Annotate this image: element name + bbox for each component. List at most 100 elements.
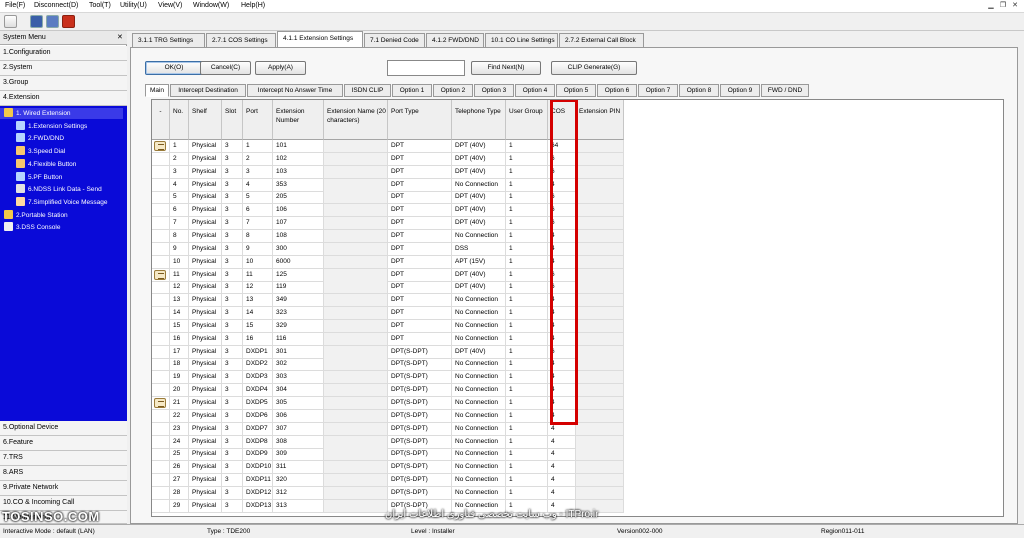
cell-name[interactable] xyxy=(324,371,388,385)
cell-name[interactable] xyxy=(324,165,388,179)
cell-ug[interactable]: 1 xyxy=(506,165,548,179)
cell-ptype[interactable]: DPT(S-DPT) xyxy=(388,384,452,398)
cell-shelf[interactable]: Physical xyxy=(189,255,222,269)
cell-name[interactable] xyxy=(324,178,388,192)
cell-port[interactable]: DXDP12 xyxy=(243,486,273,500)
cell-port[interactable]: DXDP13 xyxy=(243,499,273,513)
cell-ptype[interactable]: DPT(S-DPT) xyxy=(388,474,452,488)
cell-ug[interactable]: 1 xyxy=(506,422,548,436)
cell-slot[interactable]: 3 xyxy=(222,371,243,385)
cell-slot[interactable]: 3 xyxy=(222,358,243,372)
settings-tab[interactable]: Option 9 xyxy=(720,84,760,97)
section-system[interactable]: 2.System xyxy=(0,61,127,76)
cell-name[interactable] xyxy=(324,307,388,321)
row-marker[interactable] xyxy=(152,307,170,321)
cell-name[interactable] xyxy=(324,152,388,166)
save-icon[interactable] xyxy=(30,15,43,28)
cell-ttype[interactable]: No Connection xyxy=(452,486,506,500)
table-row[interactable]: 28 Physical 3 DXDP12 312 DPT(S-DPT) No Connect… xyxy=(152,486,624,500)
cell-ptype[interactable]: DPT xyxy=(388,307,452,321)
tree-item[interactable]: 7.Simplified Voice Message xyxy=(16,196,108,208)
cell-name[interactable] xyxy=(324,397,388,410)
cell-ttype[interactable]: No Connection xyxy=(452,358,506,372)
cell-pin[interactable] xyxy=(576,204,624,218)
cell-ttype[interactable]: No Connection xyxy=(452,332,506,346)
cell-name[interactable] xyxy=(324,474,388,488)
column-header[interactable]: No. xyxy=(170,100,189,140)
cell-shelf[interactable]: Physical xyxy=(189,486,222,500)
cell-ptype[interactable]: DPT xyxy=(388,332,452,346)
cell-ptype[interactable]: DPT(S-DPT) xyxy=(388,422,452,436)
section-configuration[interactable]: 1.Configuration xyxy=(0,46,127,61)
cell-slot[interactable]: 3 xyxy=(222,268,243,282)
cell-pin[interactable] xyxy=(576,319,624,333)
cell-ug[interactable]: 1 xyxy=(506,461,548,475)
cell-slot[interactable]: 3 xyxy=(222,242,243,256)
cell-ttype[interactable]: No Connection xyxy=(452,448,506,462)
cell-ttype[interactable]: No Connection xyxy=(452,435,506,449)
cell-no[interactable]: 24 xyxy=(170,435,189,449)
cell-ptype[interactable]: DPT xyxy=(388,140,452,153)
cell-ttype[interactable]: APT (15V) xyxy=(452,255,506,269)
cell-ptype[interactable]: DPT(S-DPT) xyxy=(388,358,452,372)
cell-shelf[interactable]: Physical xyxy=(189,345,222,359)
cell-no[interactable]: 1 xyxy=(170,140,189,153)
cell-ug[interactable]: 1 xyxy=(506,178,548,192)
cell-port[interactable]: DXDP3 xyxy=(243,371,273,385)
cell-shelf[interactable]: Physical xyxy=(189,384,222,398)
cell-ext[interactable]: 323 xyxy=(273,307,324,321)
cell-ug[interactable]: 1 xyxy=(506,191,548,205)
cell-name[interactable] xyxy=(324,229,388,243)
row-marker[interactable] xyxy=(152,499,170,513)
cell-no[interactable]: 23 xyxy=(170,422,189,436)
cell-ext[interactable]: 307 xyxy=(273,422,324,436)
cell-ptype[interactable]: DPT xyxy=(388,255,452,269)
cell-slot[interactable]: 3 xyxy=(222,191,243,205)
cell-pin[interactable] xyxy=(576,281,624,295)
menu-file[interactable]: File(F) xyxy=(5,2,25,9)
cell-ext[interactable]: 303 xyxy=(273,371,324,385)
cell-port[interactable]: DXDP7 xyxy=(243,422,273,436)
tree-item[interactable]: 2.FWD/DND xyxy=(16,133,64,144)
tree-item[interactable]: 1. Wired Extension xyxy=(0,108,123,119)
cell-slot[interactable]: 3 xyxy=(222,281,243,295)
cell-pin[interactable] xyxy=(576,384,624,398)
cell-ptype[interactable]: DPT(S-DPT) xyxy=(388,371,452,385)
row-marker[interactable] xyxy=(152,409,170,423)
cell-shelf[interactable]: Physical xyxy=(189,204,222,218)
cell-ttype[interactable]: No Connection xyxy=(452,409,506,423)
cell-no[interactable]: 21 xyxy=(170,397,189,410)
cell-port[interactable]: DXDP8 xyxy=(243,435,273,449)
cell-ug[interactable]: 1 xyxy=(506,268,548,282)
column-header[interactable]: Extension PIN xyxy=(576,100,624,140)
cell-ug[interactable]: 1 xyxy=(506,474,548,488)
cell-ug[interactable]: 1 xyxy=(506,332,548,346)
cell-name[interactable] xyxy=(324,140,388,153)
cell-cos[interactable]: 4 xyxy=(548,448,576,462)
cell-ttype[interactable]: DPT (40V) xyxy=(452,152,506,166)
cell-no[interactable]: 26 xyxy=(170,461,189,475)
cell-pin[interactable] xyxy=(576,474,624,488)
cell-pin[interactable] xyxy=(576,358,624,372)
row-marker[interactable] xyxy=(152,178,170,192)
cell-ext[interactable]: 304 xyxy=(273,384,324,398)
cell-slot[interactable]: 3 xyxy=(222,229,243,243)
cell-ttype[interactable]: DPT (40V) xyxy=(452,268,506,282)
cell-ptype[interactable]: DPT(S-DPT) xyxy=(388,448,452,462)
cell-ug[interactable]: 1 xyxy=(506,319,548,333)
cell-ttype[interactable]: No Connection xyxy=(452,178,506,192)
tree-item[interactable]: 6.NDSS Link Data - Send xyxy=(16,184,102,195)
cell-ext[interactable]: 320 xyxy=(273,474,324,488)
cell-ptype[interactable]: DPT xyxy=(388,217,452,231)
row-marker[interactable] xyxy=(152,345,170,359)
row-marker[interactable] xyxy=(152,191,170,205)
cell-port[interactable]: 13 xyxy=(243,294,273,308)
cell-port[interactable]: DXDP6 xyxy=(243,409,273,423)
cell-name[interactable] xyxy=(324,319,388,333)
cell-slot[interactable]: 3 xyxy=(222,422,243,436)
cell-slot[interactable]: 3 xyxy=(222,461,243,475)
cell-ext[interactable]: 311 xyxy=(273,461,324,475)
cell-slot[interactable]: 3 xyxy=(222,332,243,346)
cell-pin[interactable] xyxy=(576,268,624,282)
cell-ext[interactable]: 106 xyxy=(273,204,324,218)
